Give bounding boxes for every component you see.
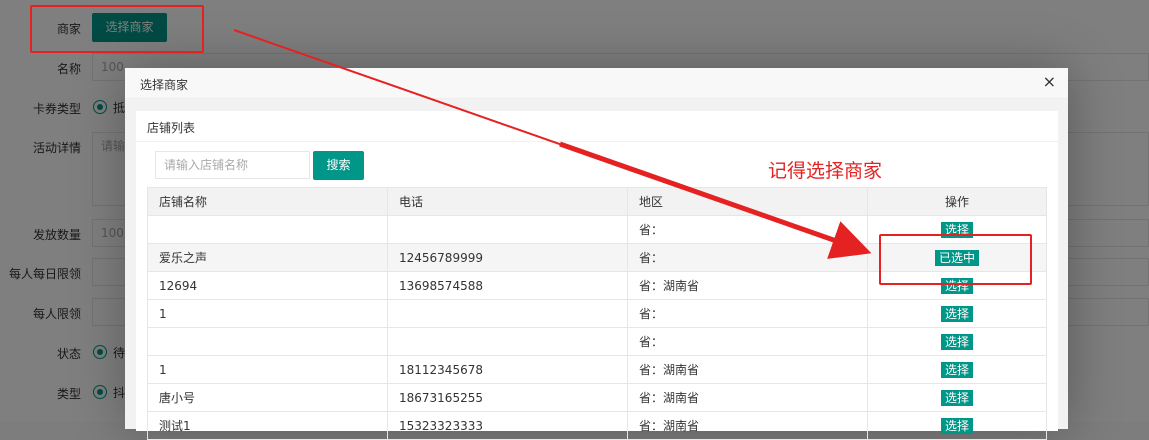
arrow-shaft [559, 141, 872, 259]
annotation-arrow [233, 29, 872, 259]
